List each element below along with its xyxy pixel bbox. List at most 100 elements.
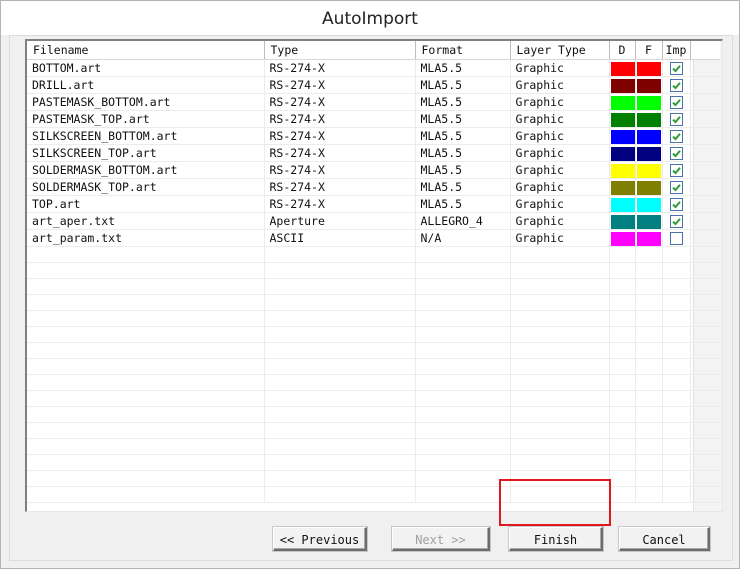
table-row[interactable]: TOP.art RS-274-X MLA5.5 Graphic bbox=[27, 195, 720, 213]
finish-button[interactable]: Finish bbox=[509, 527, 603, 551]
fill-color-swatch[interactable] bbox=[636, 146, 661, 161]
table-row[interactable]: PASTEMASK_BOTTOM.art RS-274-X MLA5.5 Graphi… bbox=[27, 93, 720, 111]
cell-d-color[interactable] bbox=[609, 229, 636, 247]
checkmark-icon bbox=[671, 201, 681, 209]
empty-cell bbox=[662, 294, 691, 311]
cell-d-color[interactable] bbox=[609, 161, 636, 179]
fill-color-swatch[interactable] bbox=[636, 112, 661, 127]
cell-layer-type: Graphic bbox=[510, 110, 610, 128]
empty-cell bbox=[27, 438, 265, 455]
column-header-layer-type[interactable]: Layer Type bbox=[510, 41, 610, 60]
import-checkbox[interactable] bbox=[669, 62, 683, 75]
cell-d-color[interactable] bbox=[609, 59, 636, 77]
fill-color-swatch[interactable] bbox=[636, 129, 661, 144]
fill-color-swatch[interactable] bbox=[636, 61, 661, 76]
empty-cell bbox=[690, 454, 720, 471]
cell-d-color[interactable] bbox=[609, 178, 636, 196]
empty-cell bbox=[635, 294, 663, 311]
cell-f-color[interactable] bbox=[635, 161, 663, 179]
cancel-button[interactable]: Cancel bbox=[619, 527, 710, 551]
cell-f-color[interactable] bbox=[635, 195, 663, 213]
cell-layer-type: Graphic bbox=[510, 59, 610, 77]
table-row[interactable]: SOLDERMASK_BOTTOM.art RS-274-X MLA5.5 Graph… bbox=[27, 161, 720, 179]
cell-type: RS-274-X bbox=[264, 110, 416, 128]
empty-cell bbox=[690, 278, 720, 295]
fill-color-swatch[interactable] bbox=[636, 214, 661, 229]
cell-d-color[interactable] bbox=[609, 127, 636, 145]
draw-color-swatch[interactable] bbox=[610, 214, 634, 229]
draw-color-swatch[interactable] bbox=[610, 95, 634, 110]
import-checkbox[interactable] bbox=[669, 198, 683, 211]
column-header-d[interactable]: D bbox=[609, 41, 636, 60]
column-header-f[interactable]: F bbox=[635, 41, 663, 60]
draw-color-swatch[interactable] bbox=[610, 146, 634, 161]
draw-color-swatch[interactable] bbox=[610, 78, 634, 93]
table-row[interactable]: art_param.txt ASCII N/A Graphic bbox=[27, 229, 720, 247]
cell-f-color[interactable] bbox=[635, 93, 663, 111]
table-row[interactable]: PASTEMASK_TOP.art RS-274-X MLA5.5 Graphic bbox=[27, 110, 720, 128]
table-row[interactable]: SILKSCREEN_TOP.art RS-274-X MLA5.5 Graphic bbox=[27, 144, 720, 162]
previous-button[interactable]: << Previous bbox=[273, 527, 367, 551]
cell-d-color[interactable] bbox=[609, 195, 636, 213]
empty-cell bbox=[662, 438, 691, 455]
empty-cell bbox=[415, 438, 511, 455]
draw-color-swatch[interactable] bbox=[610, 197, 634, 212]
table-row[interactable]: SOLDERMASK_TOP.art RS-274-X MLA5.5 Graphic bbox=[27, 178, 720, 196]
empty-cell bbox=[690, 310, 720, 327]
table-row[interactable]: SILKSCREEN_BOTTOM.art RS-274-X MLA5.5 Graph… bbox=[27, 127, 720, 145]
import-checkbox[interactable] bbox=[669, 130, 683, 143]
cell-d-color[interactable] bbox=[609, 144, 636, 162]
import-checkbox[interactable] bbox=[669, 96, 683, 109]
cell-f-color[interactable] bbox=[635, 110, 663, 128]
draw-color-swatch[interactable] bbox=[610, 61, 634, 76]
draw-color-swatch[interactable] bbox=[610, 231, 634, 246]
import-checkbox[interactable] bbox=[669, 79, 683, 92]
empty-cell bbox=[635, 342, 663, 359]
next-button[interactable]: Next >> bbox=[392, 527, 490, 551]
cell-f-color[interactable] bbox=[635, 76, 663, 94]
draw-color-swatch[interactable] bbox=[610, 112, 634, 127]
column-header-imp[interactable]: Imp bbox=[662, 41, 691, 60]
wizard-buttons: << Previous Next >> Finish Cancel bbox=[10, 525, 732, 555]
import-checkbox[interactable] bbox=[669, 232, 683, 245]
fill-color-swatch[interactable] bbox=[636, 163, 661, 178]
empty-cell bbox=[27, 294, 265, 311]
cell-f-color[interactable] bbox=[635, 229, 663, 247]
table-row[interactable]: DRILL.art RS-274-X MLA5.5 Graphic bbox=[27, 76, 720, 94]
import-checkbox[interactable] bbox=[669, 113, 683, 126]
empty-cell bbox=[415, 390, 511, 407]
fill-color-swatch[interactable] bbox=[636, 231, 661, 246]
cell-import bbox=[662, 195, 691, 213]
empty-row bbox=[27, 486, 720, 503]
fill-color-swatch[interactable] bbox=[636, 197, 661, 212]
draw-color-swatch[interactable] bbox=[610, 163, 634, 178]
table-row[interactable]: art_aper.txt Aperture ALLEGRO_4 Graphic bbox=[27, 212, 720, 230]
cell-d-color[interactable] bbox=[609, 76, 636, 94]
column-header-type[interactable]: Type bbox=[264, 41, 416, 60]
fill-color-swatch[interactable] bbox=[636, 180, 661, 195]
fill-color-swatch[interactable] bbox=[636, 78, 661, 93]
empty-cell bbox=[27, 310, 265, 327]
cell-f-color[interactable] bbox=[635, 144, 663, 162]
import-checkbox[interactable] bbox=[669, 164, 683, 177]
file-list[interactable]: Filename Type Format Layer Type D F Imp … bbox=[25, 39, 723, 512]
cell-d-color[interactable] bbox=[609, 93, 636, 111]
autoimport-dialog: AutoImport Filename Type Format Layer Ty… bbox=[0, 0, 740, 569]
cell-f-color[interactable] bbox=[635, 212, 663, 230]
cell-d-color[interactable] bbox=[609, 110, 636, 128]
cell-d-color[interactable] bbox=[609, 212, 636, 230]
table-row[interactable]: BOTTOM.art RS-274-X MLA5.5 Graphic bbox=[27, 59, 720, 77]
cell-f-color[interactable] bbox=[635, 178, 663, 196]
draw-color-swatch[interactable] bbox=[610, 180, 634, 195]
import-checkbox[interactable] bbox=[669, 147, 683, 160]
draw-color-swatch[interactable] bbox=[610, 129, 634, 144]
column-header-filename[interactable]: Filename bbox=[27, 41, 265, 60]
column-header-format[interactable]: Format bbox=[415, 41, 511, 60]
import-checkbox[interactable] bbox=[669, 181, 683, 194]
fill-color-swatch[interactable] bbox=[636, 95, 661, 110]
cell-f-color[interactable] bbox=[635, 59, 663, 77]
import-checkbox[interactable] bbox=[669, 215, 683, 228]
cell-layer-type: Graphic bbox=[510, 178, 610, 196]
cell-f-color[interactable] bbox=[635, 127, 663, 145]
cell-filename: DRILL.art bbox=[27, 76, 265, 94]
